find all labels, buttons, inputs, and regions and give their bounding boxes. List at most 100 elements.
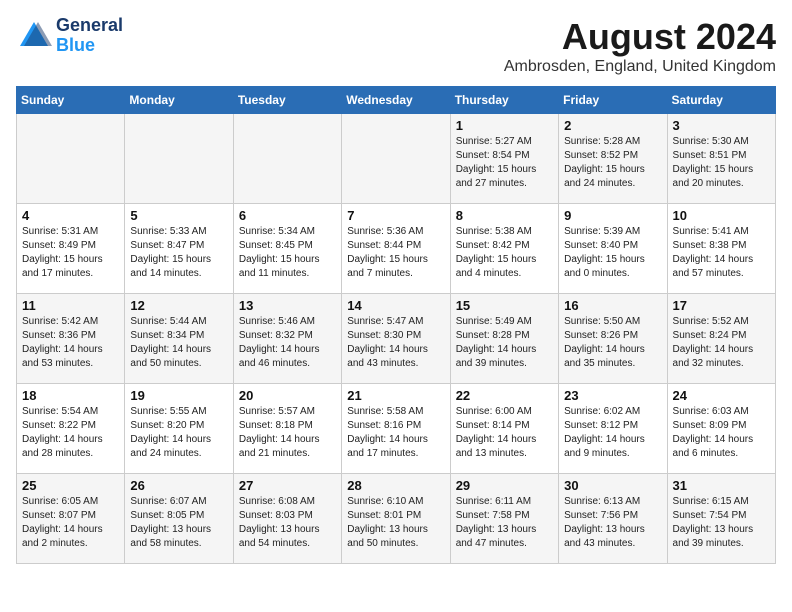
day-cell — [233, 114, 341, 204]
day-info: Sunrise: 5:27 AM Sunset: 8:54 PM Dayligh… — [456, 135, 553, 191]
day-number: 19 — [130, 388, 227, 403]
day-number: 28 — [347, 478, 444, 493]
day-number: 30 — [564, 478, 661, 493]
week-row-3: 11 Sunrise: 5:42 AM Sunset: 8:36 PM Dayli… — [17, 294, 776, 384]
day-info: Sunrise: 5:42 AM Sunset: 8:36 PM Dayligh… — [22, 315, 119, 371]
calendar-body: 1Sunrise: 5:27 AM Sunset: 8:54 PM Daylig… — [17, 114, 776, 564]
logo-icon — [16, 18, 52, 54]
day-number: 6 — [239, 208, 336, 223]
day-info: Sunrise: 5:47 AM Sunset: 8:30 PM Dayligh… — [347, 315, 444, 371]
day-cell: 27Sunrise: 6:08 AM Sunset: 8:03 PM Dayli… — [233, 474, 341, 564]
day-cell: 3 Sunrise: 5:30 AM Sunset: 8:51 PM Daylig… — [667, 114, 775, 204]
day-info: Sunrise: 6:03 AM Sunset: 8:09 PM Dayligh… — [673, 405, 770, 461]
day-number: 11 — [22, 298, 119, 313]
week-row-2: 4Sunrise: 5:31 AM Sunset: 8:49 PM Daylig… — [17, 204, 776, 294]
header-cell-thursday: Thursday — [450, 87, 558, 114]
day-info: Sunrise: 5:38 AM Sunset: 8:42 PM Dayligh… — [456, 225, 553, 281]
day-number: 16 — [564, 298, 661, 313]
day-cell: 16Sunrise: 5:50 AM Sunset: 8:26 PM Dayli… — [559, 294, 667, 384]
day-number: 25 — [22, 478, 119, 493]
day-cell: 29 Sunrise: 6:11 AM Sunset: 7:58 PM Dayli… — [450, 474, 558, 564]
day-info: Sunrise: 5:58 AM Sunset: 8:16 PM Dayligh… — [347, 405, 444, 461]
day-info: Sunrise: 5:49 AM Sunset: 8:28 PM Dayligh… — [456, 315, 553, 371]
day-number: 3 — [673, 118, 770, 133]
header-cell-sunday: Sunday — [17, 87, 125, 114]
day-cell: 20 Sunrise: 5:57 AM Sunset: 8:18 PM Dayli… — [233, 384, 341, 474]
day-number: 12 — [130, 298, 227, 313]
day-cell: 6Sunrise: 5:34 AM Sunset: 8:45 PM Daylig… — [233, 204, 341, 294]
day-cell: 1Sunrise: 5:27 AM Sunset: 8:54 PM Daylig… — [450, 114, 558, 204]
day-info: Sunrise: 6:11 AM Sunset: 7:58 PM Dayligh… — [456, 495, 553, 551]
title-block: August 2024 Ambrosden, England, United K… — [504, 16, 776, 76]
location-title: Ambrosden, England, United Kingdom — [504, 58, 776, 76]
day-number: 14 — [347, 298, 444, 313]
day-number: 2 — [564, 118, 661, 133]
day-info: Sunrise: 6:02 AM Sunset: 8:12 PM Dayligh… — [564, 405, 661, 461]
day-number: 23 — [564, 388, 661, 403]
day-info: Sunrise: 6:10 AM Sunset: 8:01 PM Dayligh… — [347, 495, 444, 551]
day-cell — [17, 114, 125, 204]
day-cell: 12 Sunrise: 5:44 AM Sunset: 8:34 PM Dayli… — [125, 294, 233, 384]
day-cell: 25Sunrise: 6:05 AM Sunset: 8:07 PM Dayli… — [17, 474, 125, 564]
day-number: 9 — [564, 208, 661, 223]
day-number: 18 — [22, 388, 119, 403]
day-number: 31 — [673, 478, 770, 493]
day-info: Sunrise: 5:55 AM Sunset: 8:20 PM Dayligh… — [130, 405, 227, 461]
day-cell — [342, 114, 450, 204]
day-info: Sunrise: 6:15 AM Sunset: 7:54 PM Dayligh… — [673, 495, 770, 551]
day-cell: 23 Sunrise: 6:02 AM Sunset: 8:12 PM Dayli… — [559, 384, 667, 474]
day-cell: 5Sunrise: 5:33 AM Sunset: 8:47 PM Daylig… — [125, 204, 233, 294]
day-number: 15 — [456, 298, 553, 313]
header-row: SundayMondayTuesdayWednesdayThursdayFrid… — [17, 87, 776, 114]
month-title: August 2024 — [504, 16, 776, 58]
day-cell: 24 Sunrise: 6:03 AM Sunset: 8:09 PM Dayli… — [667, 384, 775, 474]
day-cell: 19 Sunrise: 5:55 AM Sunset: 8:20 PM Dayli… — [125, 384, 233, 474]
day-cell: 17Sunrise: 5:52 AM Sunset: 8:24 PM Dayli… — [667, 294, 775, 384]
day-info: Sunrise: 5:57 AM Sunset: 8:18 PM Dayligh… — [239, 405, 336, 461]
header-cell-monday: Monday — [125, 87, 233, 114]
day-cell: 7 Sunrise: 5:36 AM Sunset: 8:44 PM Daylig… — [342, 204, 450, 294]
day-number: 10 — [673, 208, 770, 223]
day-number: 20 — [239, 388, 336, 403]
week-row-4: 18 Sunrise: 5:54 AM Sunset: 8:22 PM Dayli… — [17, 384, 776, 474]
day-cell — [125, 114, 233, 204]
day-cell: 28 Sunrise: 6:10 AM Sunset: 8:01 PM Dayli… — [342, 474, 450, 564]
day-number: 29 — [456, 478, 553, 493]
page-header: General Blue August 2024 Ambrosden, Engl… — [16, 16, 776, 76]
day-info: Sunrise: 5:30 AM Sunset: 8:51 PM Dayligh… — [673, 135, 770, 191]
day-info: Sunrise: 5:36 AM Sunset: 8:44 PM Dayligh… — [347, 225, 444, 281]
day-number: 27 — [239, 478, 336, 493]
day-cell: 18 Sunrise: 5:54 AM Sunset: 8:22 PM Dayli… — [17, 384, 125, 474]
day-number: 21 — [347, 388, 444, 403]
calendar-table: SundayMondayTuesdayWednesdayThursdayFrid… — [16, 86, 776, 564]
day-info: Sunrise: 6:07 AM Sunset: 8:05 PM Dayligh… — [130, 495, 227, 551]
day-cell: 10 Sunrise: 5:41 AM Sunset: 8:38 PM Dayli… — [667, 204, 775, 294]
header-cell-saturday: Saturday — [667, 87, 775, 114]
day-info: Sunrise: 5:28 AM Sunset: 8:52 PM Dayligh… — [564, 135, 661, 191]
day-cell: 11 Sunrise: 5:42 AM Sunset: 8:36 PM Dayli… — [17, 294, 125, 384]
day-number: 26 — [130, 478, 227, 493]
day-number: 7 — [347, 208, 444, 223]
day-info: Sunrise: 5:44 AM Sunset: 8:34 PM Dayligh… — [130, 315, 227, 371]
day-number: 24 — [673, 388, 770, 403]
day-info: Sunrise: 5:39 AM Sunset: 8:40 PM Dayligh… — [564, 225, 661, 281]
day-cell: 14 Sunrise: 5:47 AM Sunset: 8:30 PM Dayli… — [342, 294, 450, 384]
day-info: Sunrise: 6:00 AM Sunset: 8:14 PM Dayligh… — [456, 405, 553, 461]
day-info: Sunrise: 5:33 AM Sunset: 8:47 PM Dayligh… — [130, 225, 227, 281]
day-info: Sunrise: 6:13 AM Sunset: 7:56 PM Dayligh… — [564, 495, 661, 551]
header-cell-tuesday: Tuesday — [233, 87, 341, 114]
day-cell: 9 Sunrise: 5:39 AM Sunset: 8:40 PM Daylig… — [559, 204, 667, 294]
logo-text: General Blue — [56, 16, 123, 56]
day-cell: 8Sunrise: 5:38 AM Sunset: 8:42 PM Daylig… — [450, 204, 558, 294]
calendar-header: SundayMondayTuesdayWednesdayThursdayFrid… — [17, 87, 776, 114]
day-info: Sunrise: 5:46 AM Sunset: 8:32 PM Dayligh… — [239, 315, 336, 371]
week-row-1: 1Sunrise: 5:27 AM Sunset: 8:54 PM Daylig… — [17, 114, 776, 204]
day-cell: 22Sunrise: 6:00 AM Sunset: 8:14 PM Dayli… — [450, 384, 558, 474]
week-row-5: 25Sunrise: 6:05 AM Sunset: 8:07 PM Dayli… — [17, 474, 776, 564]
day-cell: 21 Sunrise: 5:58 AM Sunset: 8:16 PM Dayli… — [342, 384, 450, 474]
day-number: 13 — [239, 298, 336, 313]
day-number: 17 — [673, 298, 770, 313]
day-info: Sunrise: 5:41 AM Sunset: 8:38 PM Dayligh… — [673, 225, 770, 281]
day-info: Sunrise: 5:54 AM Sunset: 8:22 PM Dayligh… — [22, 405, 119, 461]
header-cell-friday: Friday — [559, 87, 667, 114]
